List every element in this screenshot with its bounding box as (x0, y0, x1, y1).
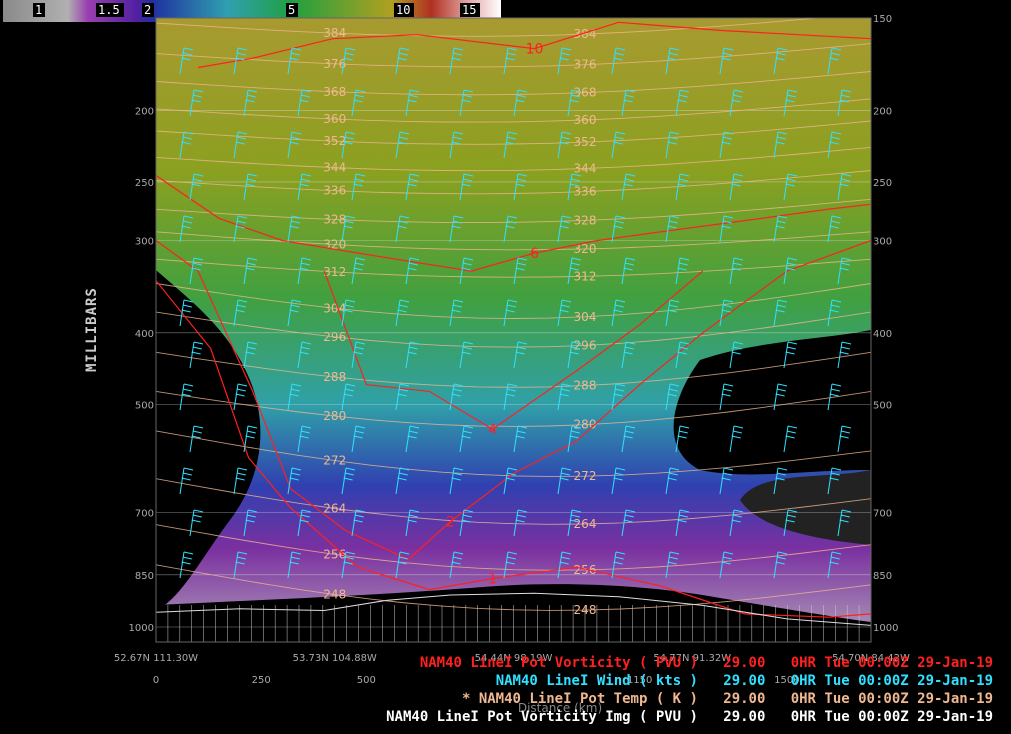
theta-contour-label: 328 (574, 213, 597, 227)
theta-contour-label: 352 (574, 135, 597, 149)
legend-name: NAM40 LineI Pot Vorticity ( PVU ) (419, 655, 698, 671)
legend-value: 29.00 (697, 655, 791, 671)
theta-contour-label: 336 (323, 184, 346, 198)
theta-contour-label: 248 (574, 603, 597, 617)
y-tick-right: 200 (873, 106, 892, 117)
legend-time: 0HR Tue 00:00Z 29-Jan-19 (790, 655, 993, 671)
y-tick-left: 300 (135, 237, 154, 248)
legend-time: 0HR Tue 00:00Z 29-Jan-19 (790, 709, 993, 725)
y-tick-right: 150 (873, 14, 892, 25)
x-distance-tick: 500 (357, 675, 376, 686)
theta-contour-label: 304 (323, 301, 346, 315)
theta-contour-label: 304 (574, 310, 597, 324)
legend-line-1: NAM40 LineI Pot Vorticity ( PVU ) 29.00 … (420, 655, 993, 671)
legend-value: 29.00 (697, 673, 791, 689)
theta-contour-label: 296 (323, 330, 346, 344)
pv-contour-label: 1 (488, 572, 497, 588)
x-distance-tick: 250 (252, 675, 271, 686)
theta-contour-label: 288 (323, 370, 346, 384)
theta-contour-label: 280 (323, 409, 346, 423)
y-tick-left: 850 (135, 571, 154, 582)
pv-contour-label: 6 (530, 246, 539, 262)
theta-contour-label: 384 (574, 27, 597, 41)
theta-contour-label: 264 (574, 517, 597, 531)
y-tick-right: 250 (873, 178, 892, 189)
theta-contour-label: 272 (323, 454, 346, 468)
theta-contour-label: 368 (574, 86, 597, 100)
theta-contour-label: 376 (574, 58, 597, 72)
legend-name: * NAM40 LineI Pot Temp ( K ) (461, 691, 698, 707)
y-tick-left: 500 (135, 400, 154, 411)
theta-contour-label: 328 (323, 213, 346, 227)
theta-contour-label: 360 (574, 113, 597, 127)
theta-contour-label: 264 (323, 501, 346, 515)
y-tick-left: 200 (135, 106, 154, 117)
theta-contour-label: 344 (574, 162, 597, 176)
y-tick-left: 400 (135, 329, 154, 340)
theta-contour-label: 360 (323, 112, 346, 126)
pv-contour-label: 2 (446, 515, 455, 531)
legend-time: 0HR Tue 00:00Z 29-Jan-19 (790, 673, 993, 689)
theta-contour-label: 312 (574, 269, 597, 283)
y-tick-right: 400 (873, 329, 892, 340)
theta-contour-label: 256 (574, 563, 597, 577)
y-tick-right: 700 (873, 509, 892, 520)
theta-contour-label: 288 (574, 379, 597, 393)
x-location-label: 52.67N 111.30W (114, 653, 198, 664)
legend-value: 29.00 (697, 691, 791, 707)
legend-line-2: NAM40 LineI Wind ( kts ) 29.00 0HR Tue 0… (496, 673, 993, 689)
theta-contour-label: 336 (574, 185, 597, 199)
theta-contour-label: 248 (323, 588, 346, 602)
theta-contour-label: 280 (574, 418, 597, 432)
cross-section-plot: 384 384376 376368 368360 360352 352344 344336 3… (114, 14, 910, 715)
y-tick-left: 1000 (129, 623, 154, 634)
x-distance-tick: 0 (153, 675, 159, 686)
theta-contour-label: 344 (323, 161, 346, 175)
y-tick-right: 1000 (873, 623, 898, 634)
y-axis-label: MILLIBARS (84, 287, 100, 372)
pv-image-field (156, 18, 871, 642)
legend-line-3: * NAM40 LineI Pot Temp ( K ) 29.00 0HR T… (462, 691, 993, 707)
legend-value: 29.00 (697, 709, 791, 725)
pv-contour-label: 4 (488, 422, 497, 438)
y-tick-left: 700 (135, 509, 154, 520)
y-tick-right: 500 (873, 400, 892, 411)
y-tick-right: 300 (873, 237, 892, 248)
legend-name: NAM40 LineI Pot Vorticity Img ( PVU ) (386, 709, 698, 725)
theta-contour-label: 272 (574, 469, 597, 483)
x-location-label: 53.73N 104.88W (293, 653, 377, 664)
legend-time: 0HR Tue 00:00Z 29-Jan-19 (790, 691, 993, 707)
pv-contour-label: 10 (526, 42, 544, 58)
y-tick-left: 250 (135, 178, 154, 189)
y-tick-right: 850 (873, 571, 892, 582)
theta-contour-label: 296 (574, 338, 597, 352)
legend-line-4: NAM40 LineI Pot Vorticity Img ( PVU ) 29… (386, 709, 993, 725)
theta-contour-label: 368 (323, 85, 346, 99)
legend-name: NAM40 LineI Wind ( kts ) (495, 673, 698, 689)
theta-contour-label: 352 (323, 134, 346, 148)
